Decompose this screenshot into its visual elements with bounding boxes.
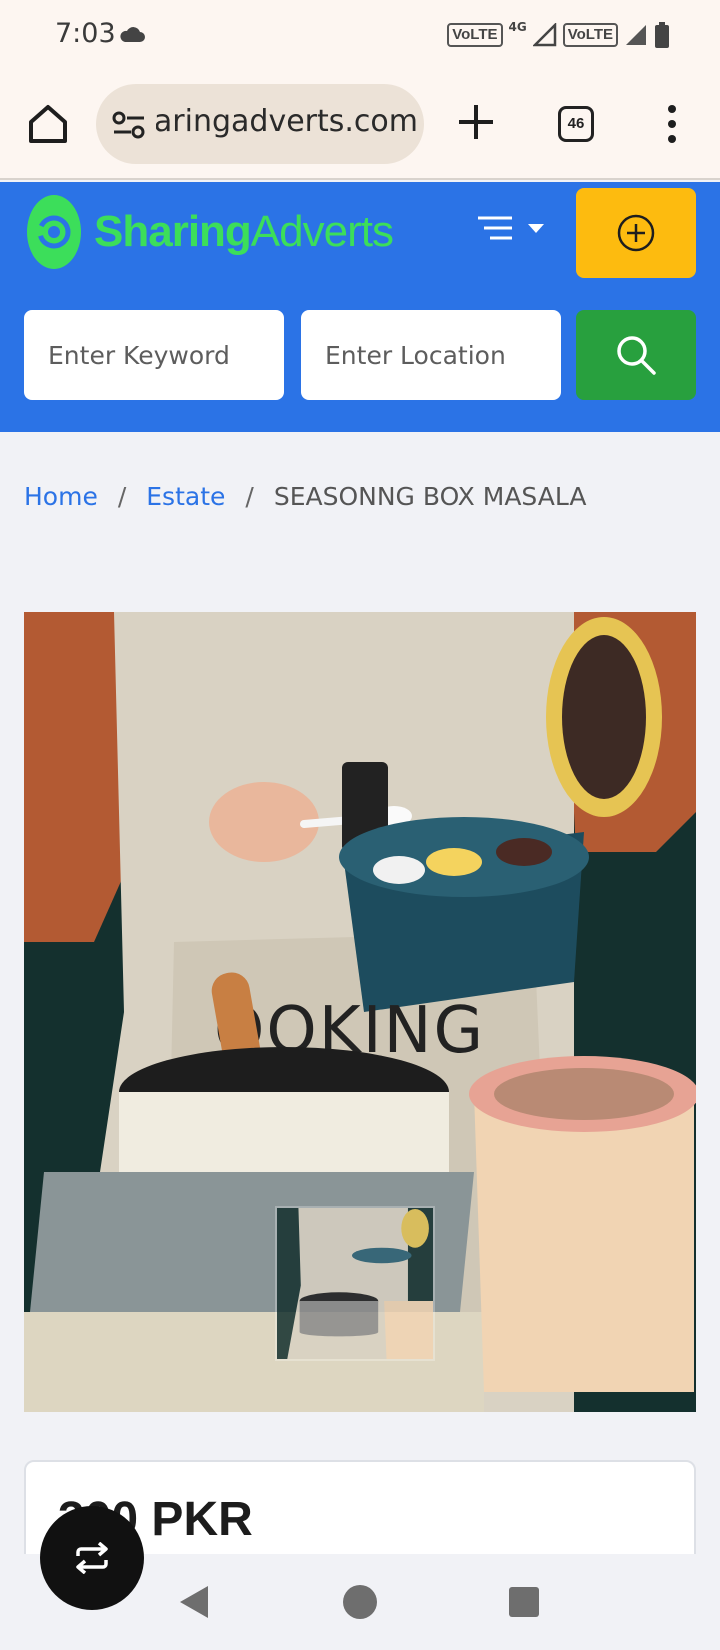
post-ad-button[interactable] [576, 188, 696, 278]
repeat-icon [76, 1542, 108, 1574]
network-type: 4G [508, 20, 527, 34]
site-settings-icon[interactable] [112, 110, 146, 140]
breadcrumb-category[interactable]: Estate [146, 482, 225, 511]
status-bar: 7:03 VoLTE 4G VoLTE [0, 0, 720, 72]
breadcrumb-separator: / [117, 482, 127, 511]
search-button[interactable] [576, 310, 696, 400]
product-image[interactable]: OOKING [24, 612, 696, 1412]
recents-icon[interactable] [508, 1586, 540, 1618]
search-icon [617, 336, 656, 375]
plus-circle-icon [617, 214, 655, 252]
home-icon[interactable] [26, 102, 70, 146]
volte-badge: VoLTE [447, 23, 503, 47]
status-indicators: VoLTE 4G VoLTE [447, 20, 670, 48]
volte-badge-2: VoLTE [562, 23, 618, 47]
tab-switcher-button[interactable]: 46 [558, 106, 594, 142]
signal-full-icon [626, 25, 646, 45]
logo-text: SharingAdverts [94, 207, 394, 256]
thumbnail-photo [277, 1208, 433, 1359]
location-input[interactable] [301, 310, 561, 400]
status-time: 7:03 [55, 18, 116, 49]
overflow-menu-icon[interactable] [664, 104, 680, 144]
image-thumbnail[interactable] [275, 1206, 435, 1361]
signal-icon [532, 23, 556, 47]
breadcrumb-separator: / [245, 482, 254, 511]
browser-toolbar: sharingadverts.com 46 [0, 72, 720, 180]
logo-mark-icon [27, 195, 81, 269]
battery-icon [655, 22, 669, 48]
breadcrumb-current: SEASONNG BOX MASALA [273, 482, 587, 511]
new-tab-icon[interactable] [456, 102, 496, 142]
breadcrumb-home[interactable]: Home [24, 482, 98, 511]
site-logo[interactable]: SharingAdverts [26, 194, 394, 270]
back-icon[interactable] [178, 1584, 210, 1620]
home-nav-icon[interactable] [342, 1584, 378, 1620]
address-bar[interactable]: sharingadverts.com [96, 84, 424, 164]
site-header: SharingAdverts [0, 182, 720, 432]
url-text[interactable]: sharingadverts.com [156, 104, 418, 139]
cloud-icon [120, 27, 145, 42]
breadcrumb: Home / Estate / SEASONNG BOX MASALA [24, 482, 586, 511]
keyword-input[interactable] [24, 310, 284, 400]
switch-fab-button[interactable] [40, 1506, 144, 1610]
nav-menu-toggle-icon[interactable] [476, 214, 546, 244]
